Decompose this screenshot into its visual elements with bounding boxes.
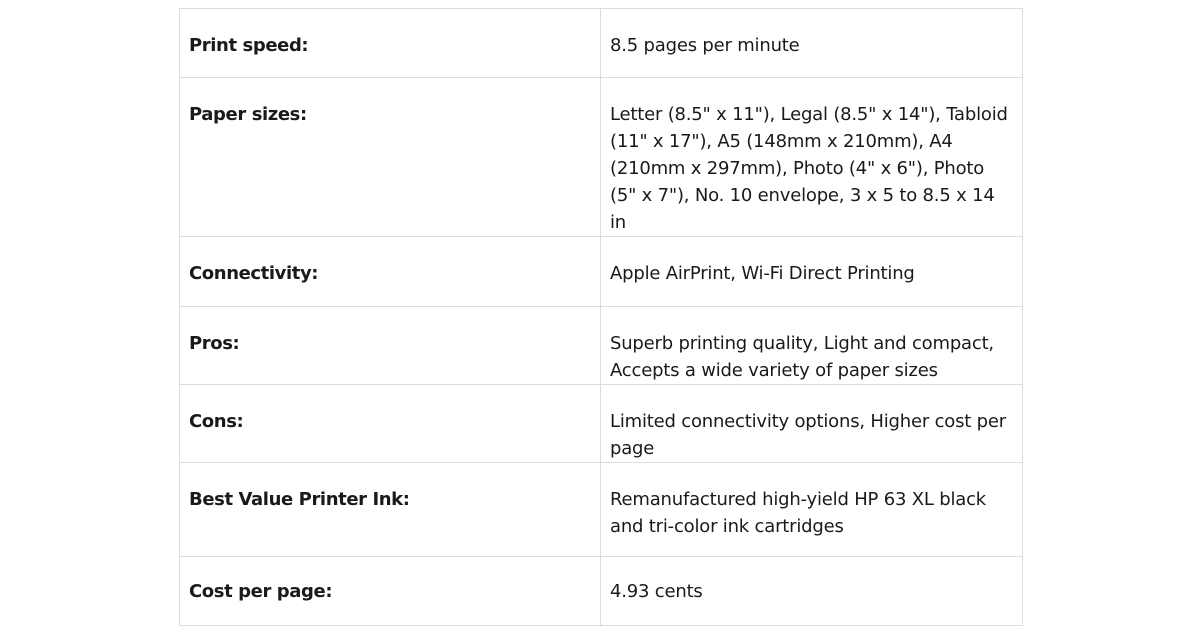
- row-value: 8.5 pages per minute: [600, 8, 1023, 78]
- table-row: Print speed: 8.5 pages per minute: [179, 8, 1023, 78]
- table-row: Cons: Limited connectivity options, High…: [179, 384, 1023, 463]
- spec-table: Print speed: 8.5 pages per minute Paper …: [179, 8, 1023, 626]
- row-label: Cons:: [179, 384, 601, 463]
- row-value: Limited connectivity options, Higher cos…: [600, 384, 1023, 463]
- table-row: Cost per page: 4.93 cents: [179, 556, 1023, 626]
- table-row: Paper sizes: Letter (8.5" x 11"), Legal …: [179, 77, 1023, 237]
- row-value: Superb printing quality, Light and compa…: [600, 306, 1023, 385]
- row-label: Print speed:: [179, 8, 601, 78]
- row-label: Paper sizes:: [179, 77, 601, 237]
- table-row: Pros: Superb printing quality, Light and…: [179, 306, 1023, 385]
- row-value: Apple AirPrint, Wi-Fi Direct Printing: [600, 236, 1023, 307]
- table-row: Best Value Printer Ink: Remanufactured h…: [179, 462, 1023, 557]
- row-value: 4.93 cents: [600, 556, 1023, 626]
- row-label: Pros:: [179, 306, 601, 385]
- row-label: Cost per page:: [179, 556, 601, 626]
- row-label: Connectivity:: [179, 236, 601, 307]
- row-value: Letter (8.5" x 11"), Legal (8.5" x 14"),…: [600, 77, 1023, 237]
- row-value: Remanufactured high-yield HP 63 XL black…: [600, 462, 1023, 557]
- row-label: Best Value Printer Ink:: [179, 462, 601, 557]
- table-row: Connectivity: Apple AirPrint, Wi-Fi Dire…: [179, 236, 1023, 307]
